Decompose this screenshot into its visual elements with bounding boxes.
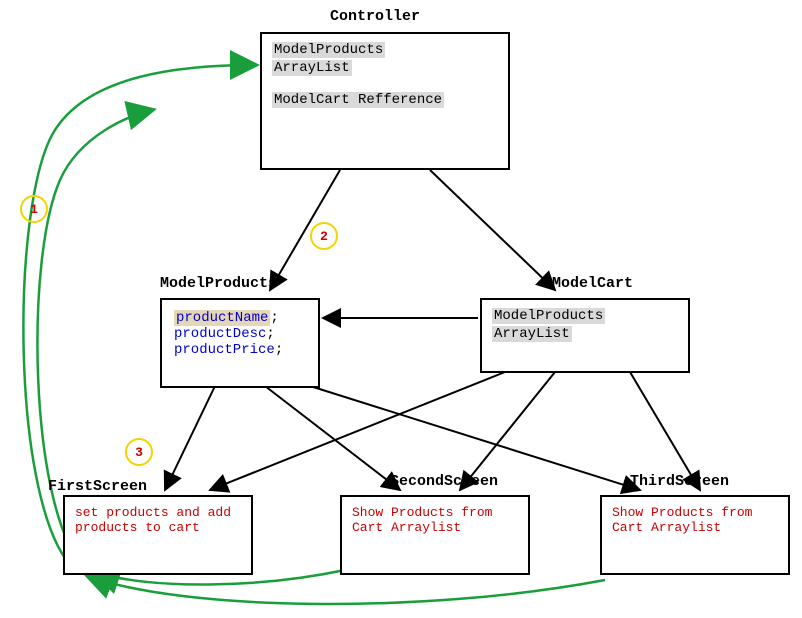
controller-title: Controller <box>330 8 420 25</box>
secondscreen-title: SecondScreen <box>390 473 498 490</box>
thirdscreen-text: Show Products from Cart Arraylist <box>612 505 778 535</box>
secondscreen-text: Show Products from Cart Arraylist <box>352 505 518 535</box>
circle-3: 3 <box>125 438 153 466</box>
controller-box: ModelProducts ArrayList ModelCart Reffer… <box>260 32 510 170</box>
mp-field3: productPrice <box>174 342 275 358</box>
controller-line2: ArrayList <box>272 60 352 76</box>
firstscreen-title: FirstScreen <box>48 478 147 495</box>
circle-2: 2 <box>310 222 338 250</box>
mp-field1: productName <box>174 310 270 326</box>
mc-line2: ArrayList <box>492 326 572 342</box>
thirdscreen-title: ThirdScreen <box>630 473 729 490</box>
thirdscreen-box: Show Products from Cart Arraylist <box>600 495 790 575</box>
firstscreen-box: set products and add products to cart <box>63 495 253 575</box>
mp-field2: productDesc <box>174 326 266 342</box>
modelproducts-box: productName; productDesc; productPrice; <box>160 298 320 388</box>
modelproducts-title: ModelProducts <box>160 275 277 292</box>
modelcart-title: ModelCart <box>552 275 633 292</box>
mc-line1: ModelProducts <box>492 308 605 324</box>
firstscreen-text: set products and add products to cart <box>75 505 241 535</box>
secondscreen-box: Show Products from Cart Arraylist <box>340 495 530 575</box>
modelcart-box: ModelProducts ArrayList <box>480 298 690 373</box>
circle-1: 1 <box>20 195 48 223</box>
controller-line1: ModelProducts <box>272 42 385 58</box>
controller-line3: ModelCart Refference <box>272 92 444 108</box>
